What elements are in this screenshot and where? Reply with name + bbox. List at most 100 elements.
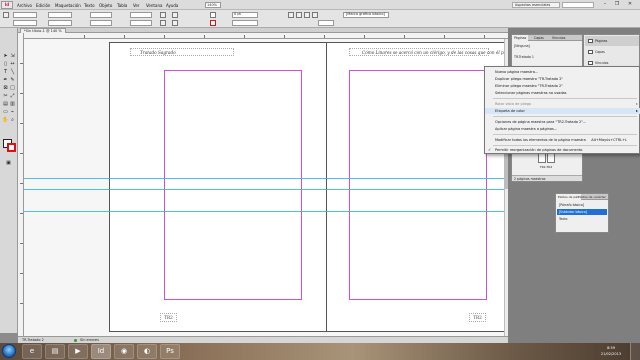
scissors-tool-icon[interactable]: ✂	[2, 93, 9, 100]
menu-ver[interactable]: Ver	[133, 3, 140, 8]
ruler-guide[interactable]	[24, 178, 508, 179]
media-player-taskbar-button[interactable]: ▶	[68, 344, 88, 359]
scale-x-field[interactable]	[90, 12, 112, 18]
menu-item-select-unused-masters[interactable]: Seleccionar páginas maestras no usadas	[485, 90, 640, 96]
dock-layers[interactable]: Capas	[585, 47, 639, 57]
system-clock[interactable]: 8:59 21/02/2013	[598, 345, 624, 357]
eyedropper-tool-icon[interactable]: ⌁	[9, 109, 16, 116]
stroke-weight-field[interactable]: 0 pt	[232, 12, 258, 18]
show-desktop-button[interactable]	[630, 343, 640, 360]
menu-maquetacion[interactable]: Maquetación	[55, 3, 81, 8]
menu-item-new-master[interactable]: Nuevo página maestra...	[485, 69, 640, 75]
menu-ventana[interactable]: Ventana	[146, 3, 162, 8]
stroke-color-swatch[interactable]	[7, 143, 16, 152]
chrome-taskbar-button[interactable]: ◉	[114, 344, 134, 359]
stroke-type-field[interactable]	[232, 20, 258, 26]
rectangle-tool-icon[interactable]: □	[9, 85, 16, 92]
stroke-swatch-icon[interactable]	[210, 20, 216, 26]
select-content-icon[interactable]	[172, 20, 178, 26]
right-running-head[interactable]: Cómo Linares se acercó con un clérigo, y…	[362, 50, 512, 55]
menu-item-apply-master[interactable]: Aplicar página maestra a páginas...	[485, 126, 640, 132]
width-field[interactable]	[48, 12, 72, 18]
tab-layers[interactable]: Capas	[532, 35, 546, 41]
left-running-head[interactable]: Tratado Sagrado	[140, 50, 176, 55]
shear-field[interactable]	[130, 20, 152, 26]
gap-tool-icon[interactable]: ↔	[9, 61, 16, 68]
menu-objeto[interactable]: Objeto	[99, 3, 112, 8]
height-field[interactable]	[48, 20, 72, 26]
direct-selection-tool-icon[interactable]: ⇲	[9, 53, 16, 60]
free-transform-tool-icon[interactable]: ⤢	[9, 93, 16, 100]
menu-item-rotate-spread[interactable]: Rotar vista de pliego ▸	[485, 101, 640, 107]
menu-edicion[interactable]: Edición	[36, 3, 50, 8]
note-tool-icon[interactable]: ▭	[2, 109, 9, 116]
firefox-taskbar-button[interactable]: ◐	[137, 344, 157, 359]
style-basic-standard[interactable]: [Estándar básico]	[557, 209, 607, 215]
scale-y-field[interactable]	[90, 20, 112, 26]
preflight-status-icon[interactable]	[74, 339, 77, 342]
flip-vertical-icon[interactable]	[160, 20, 166, 26]
menu-item-duplicate-master[interactable]: Duplicar pliego maestro "TR-Tratado 2"	[485, 76, 640, 82]
flip-horizontal-icon[interactable]	[160, 12, 166, 18]
line-tool-icon[interactable]: ╲	[9, 69, 16, 76]
menu-item-color-label[interactable]: Etiqueta de color ▸	[485, 108, 640, 114]
fitting-icon[interactable]	[288, 12, 294, 18]
zoom-tool-icon[interactable]: ⌕	[9, 117, 16, 124]
ruler-guide[interactable]	[24, 211, 508, 212]
normal-mode-icon[interactable]: ▣	[5, 160, 12, 167]
tab-character-styles[interactable]: Estilos de carácter	[576, 194, 608, 200]
style-basic-paragraph[interactable]: [Párrafo básico]	[557, 202, 607, 208]
frame-style-field[interactable]: [Marco gráfico básico]	[343, 12, 389, 18]
left-page[interactable]: Tratado Sagrado TR2	[109, 42, 327, 332]
maximize-button[interactable]: ❐	[612, 1, 622, 8]
zoom-level-field[interactable]: 140%	[205, 2, 221, 8]
right-folio[interactable]: TR2	[469, 313, 486, 322]
explorer-taskbar-button[interactable]: ▤	[45, 344, 65, 359]
y-position-field[interactable]	[13, 20, 37, 26]
type-tool-icon[interactable]: T	[2, 69, 9, 76]
selection-tool-icon[interactable]: ➤	[2, 53, 9, 60]
start-button[interactable]	[2, 344, 16, 358]
minimize-button[interactable]: –	[600, 1, 610, 8]
pasteboard[interactable]: Tratado Sagrado TR2 Cómo Linares se acer…	[24, 39, 544, 336]
page-tool-icon[interactable]: ▯	[2, 61, 9, 68]
rotation-field[interactable]	[130, 12, 152, 18]
menu-item-master-options[interactable]: Opciones de página maestra para "TR2-Tra…	[485, 119, 640, 125]
menu-item-allow-shuffle[interactable]: ✓ Permitir reorganización de páginas de d…	[485, 147, 640, 153]
hand-tool-icon[interactable]: ✋	[2, 117, 9, 124]
photoshop-taskbar-button[interactable]: Ps	[160, 344, 180, 359]
indesign-taskbar-button[interactable]: Id	[91, 344, 111, 359]
gradient-feather-tool-icon[interactable]: ▥	[9, 101, 16, 108]
close-button[interactable]: ✕	[625, 1, 635, 8]
master-none[interactable]: [Ninguna]	[514, 44, 530, 48]
menu-item-delete-master[interactable]: Eliminar pliego maestro "TR-Tratado 2"	[485, 83, 640, 89]
left-folio[interactable]: TR2	[160, 313, 177, 322]
pen-tool-icon[interactable]: ✒	[2, 77, 9, 84]
reference-point-icon[interactable]	[3, 12, 9, 18]
menu-archivo[interactable]: Archivo	[17, 3, 32, 8]
workspace-switcher[interactable]: Aspectos esenciales	[512, 2, 560, 8]
menu-tabla[interactable]: Tabla	[117, 3, 127, 8]
x-position-field[interactable]	[13, 12, 37, 18]
search-field[interactable]	[562, 2, 594, 8]
fit-frame-icon[interactable]	[304, 12, 310, 18]
tab-pages[interactable]: Páginas	[512, 35, 529, 41]
menu-texto[interactable]: Texto	[84, 3, 95, 8]
rectangle-frame-tool-icon[interactable]: ⊠	[2, 85, 9, 92]
ruler-guide[interactable]	[24, 189, 508, 190]
page-thumbnail[interactable]	[538, 153, 546, 163]
style-texto[interactable]: Texto	[557, 216, 607, 222]
select-container-icon[interactable]	[172, 12, 178, 18]
opacity-field[interactable]	[318, 20, 334, 26]
master-tr-tratado-1[interactable]: TR-Tratado 1	[514, 55, 534, 59]
tab-links[interactable]: Vínculos	[550, 35, 567, 41]
fit-content-icon[interactable]	[296, 12, 302, 18]
page-thumbnail[interactable]	[547, 153, 555, 163]
gradient-tool-icon[interactable]: ▤	[2, 101, 9, 108]
menu-item-override-all[interactable]: Modificar todos los elementos de la pági…	[485, 137, 640, 143]
fill-swatch-icon[interactable]	[210, 12, 216, 18]
dock-pages[interactable]: Páginas	[585, 36, 639, 46]
menu-ayuda[interactable]: Ayuda	[166, 3, 178, 8]
ie-taskbar-button[interactable]: e	[22, 344, 42, 359]
pencil-tool-icon[interactable]: ✎	[9, 77, 16, 84]
